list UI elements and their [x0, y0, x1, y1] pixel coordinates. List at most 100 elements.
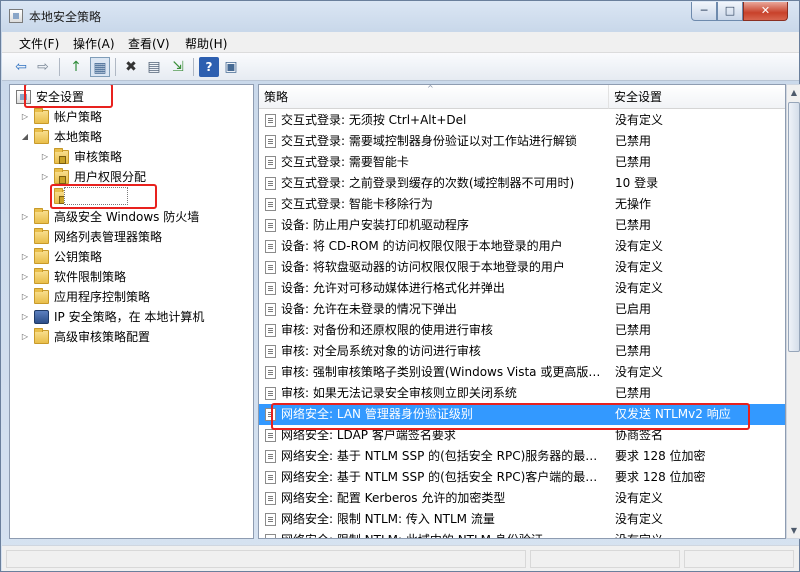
- policy-name: 交互式登录: 智能卡移除行为: [281, 197, 433, 211]
- expand-arrow-icon[interactable]: ▷: [20, 287, 30, 307]
- export-list-icon[interactable]: ⇲: [168, 57, 188, 77]
- tree-item[interactable]: ▷ 审核策略: [40, 147, 253, 167]
- policy-row[interactable]: 网络安全: 配置 Kerberos 允许的加密类型 没有定义: [259, 488, 785, 509]
- folder-icon: [34, 248, 49, 264]
- expand-arrow-icon[interactable]: ▷: [20, 307, 30, 327]
- show-hide-tree-icon[interactable]: ▦: [90, 57, 110, 77]
- policy-row[interactable]: 设备: 将 CD-ROM 的访问权限仅限于本地登录的用户 没有定义: [259, 236, 785, 257]
- folder-icon: [34, 108, 49, 124]
- column-header-policy[interactable]: 策略 ^: [259, 85, 609, 109]
- delete-icon[interactable]: ✖: [121, 57, 141, 77]
- policy-row[interactable]: 审核: 强制审核策略子类别设置(Windows Vista 或更高版本... 没有…: [259, 362, 785, 383]
- policy-row[interactable]: 网络安全: 基于 NTLM SSP 的(包括安全 RPC)客户端的最小... 要求…: [259, 467, 785, 488]
- tree-item-label: 应用程序控制策略: [54, 290, 151, 304]
- policy-setting: 已禁用: [615, 344, 652, 358]
- maximize-button[interactable]: □: [717, 2, 743, 21]
- tree-item[interactable]: ▷ 软件限制策略: [20, 267, 250, 287]
- policy-row[interactable]: 网络安全: 限制 NTLM: 传入 NTLM 流量 没有定义: [259, 509, 785, 530]
- expand-arrow-icon[interactable]: ▷: [20, 327, 30, 347]
- policy-setting: 无操作: [615, 197, 652, 211]
- tree-item-label: 本地策略: [54, 130, 103, 144]
- title-bar[interactable]: 本地安全策略 ─ □ ✕: [1, 1, 799, 31]
- menu-action[interactable]: 操作(A): [73, 35, 115, 52]
- policy-setting: 已禁用: [615, 155, 652, 169]
- policy-row[interactable]: 交互式登录: 无须按 Ctrl+Alt+Del 没有定义: [259, 110, 785, 131]
- policy-row[interactable]: 交互式登录: 智能卡移除行为 无操作: [259, 194, 785, 215]
- expand-arrow-icon[interactable]: ▷: [20, 247, 30, 267]
- scrollbar-thumb[interactable]: [788, 102, 800, 352]
- tree-item[interactable]: 网络列表管理器策略: [20, 227, 250, 247]
- policy-name: 网络安全: 限制 NTLM: 此域中的 NTLM 身份验证: [281, 530, 607, 538]
- tree-item[interactable]: ▷ 公钥策略: [20, 247, 250, 267]
- tree-item-label: 软件限制策略: [54, 270, 127, 284]
- column-header-policy-label: 策略: [264, 90, 289, 104]
- menu-view[interactable]: 查看(V): [128, 35, 170, 52]
- tree-item[interactable]: ▷ 高级安全 Windows 防火墙: [20, 207, 250, 227]
- policy-row[interactable]: 审核: 如果无法记录安全审核则立即关闭系统 已禁用: [259, 383, 785, 404]
- policy-name: 审核: 强制审核策略子类别设置(Windows Vista 或更高版本...: [281, 365, 607, 379]
- tree-item[interactable]: ▷ 帐户策略: [20, 107, 250, 127]
- tree-item-label: 审核策略: [74, 150, 123, 164]
- scroll-up-arrow[interactable]: ▲: [788, 85, 800, 100]
- expand-arrow-icon[interactable]: ▷: [40, 167, 50, 187]
- help-icon[interactable]: ?: [199, 57, 219, 77]
- policy-name: 审核: 对备份和还原权限的使用进行审核: [281, 323, 493, 337]
- tree-pane[interactable]: 安全设置 ▷帐户策略◢本地策略▷审核策略▷用户权限分配安全选项▷高级安全 Win…: [9, 84, 254, 539]
- policy-row[interactable]: 设备: 允许在未登录的情况下弹出 已启用: [259, 299, 785, 320]
- menu-help[interactable]: 帮助(H): [185, 35, 227, 52]
- tree-item[interactable]: ▷ IP 安全策略，在 本地计算机: [20, 307, 250, 327]
- policy-name: 交互式登录: 需要域控制器身份验证以对工作站进行解锁: [281, 134, 577, 148]
- policy-row[interactable]: 设备: 防止用户安装打印机驱动程序 已禁用: [259, 215, 785, 236]
- policy-setting: 没有定义: [615, 113, 664, 127]
- policy-icon: [265, 345, 276, 358]
- policy-row[interactable]: 网络安全: 基于 NTLM SSP 的(包括安全 RPC)服务器的最小... 要求…: [259, 446, 785, 467]
- policy-setting: 没有定义: [615, 491, 664, 505]
- toolbar-separator: [115, 58, 116, 76]
- policy-icon: [265, 366, 276, 379]
- policy-icon: [265, 198, 276, 211]
- policy-row[interactable]: 交互式登录: 需要域控制器身份验证以对工作站进行解锁 已禁用: [259, 131, 785, 152]
- policy-row[interactable]: 设备: 允许对可移动媒体进行格式化并弹出 没有定义: [259, 278, 785, 299]
- policy-row[interactable]: 设备: 将软盘驱动器的访问权限仅限于本地登录的用户 没有定义: [259, 257, 785, 278]
- policy-row[interactable]: 审核: 对全局系统对象的访问进行审核 已禁用: [259, 341, 785, 362]
- action-pane-icon[interactable]: ▣: [221, 57, 241, 77]
- tree-item[interactable]: ▷ 高级审核策略配置: [20, 327, 250, 347]
- policy-row[interactable]: 交互式登录: 之前登录到缓存的次数(域控制器不可用时) 10 登录: [259, 173, 785, 194]
- policy-setting: 要求 128 位加密: [615, 449, 706, 463]
- policy-row[interactable]: 审核: 对备份和还原权限的使用进行审核 已禁用: [259, 320, 785, 341]
- expand-arrow-icon[interactable]: ▷: [20, 107, 30, 127]
- policy-row[interactable]: 交互式登录: 需要智能卡 已禁用: [259, 152, 785, 173]
- policy-icon: [265, 513, 276, 526]
- tree-item[interactable]: ▷ 应用程序控制策略: [20, 287, 250, 307]
- column-header-setting[interactable]: 安全设置: [609, 85, 785, 109]
- toolbar-separator: [193, 58, 194, 76]
- policy-setting: 要求 128 位加密: [615, 470, 706, 484]
- app-icon: [9, 9, 23, 23]
- expand-arrow-icon[interactable]: [40, 187, 50, 207]
- policy-list-pane[interactable]: 策略 ^ 安全设置 交互式登录: 无须按 Ctrl+Alt+Del 没有定义 交互式…: [258, 84, 786, 539]
- vertical-scrollbar[interactable]: ▲ ▼: [786, 84, 800, 539]
- policy-icon: [265, 282, 276, 295]
- forward-icon[interactable]: ⇨: [33, 57, 53, 77]
- toolbar: ⇦ ⇨ ↑ ▦ ✖ ▤ ⇲ ? ▣: [2, 53, 799, 81]
- expand-arrow-icon[interactable]: [20, 227, 30, 247]
- collapse-arrow-icon[interactable]: ◢: [20, 127, 30, 147]
- policy-row[interactable]: 网络安全: 限制 NTLM: 此域中的 NTLM 身份验证没有定义: [259, 530, 785, 538]
- expand-arrow-icon[interactable]: ▷: [20, 207, 30, 227]
- minimize-button[interactable]: ─: [691, 2, 717, 21]
- tree-item[interactable]: ◢ 本地策略: [20, 127, 250, 147]
- policy-setting: 没有定义: [615, 239, 664, 253]
- menu-file[interactable]: 文件(F): [19, 35, 59, 52]
- folder-icon: [34, 228, 49, 244]
- policy-icon: [265, 534, 276, 538]
- properties-icon[interactable]: ▤: [144, 57, 164, 77]
- up-folder-icon[interactable]: ↑: [66, 57, 86, 77]
- expand-arrow-icon[interactable]: ▷: [20, 267, 30, 287]
- close-button[interactable]: ✕: [743, 2, 788, 21]
- tree-item-label: IP 安全策略，在 本地计算机: [54, 310, 205, 324]
- back-icon[interactable]: ⇦: [11, 57, 31, 77]
- scroll-down-arrow[interactable]: ▼: [788, 523, 800, 538]
- expand-arrow-icon[interactable]: ▷: [40, 147, 50, 167]
- policy-setting: 已禁用: [615, 323, 652, 337]
- policy-name: 网络安全: 基于 NTLM SSP 的(包括安全 RPC)服务器的最小...: [281, 449, 607, 463]
